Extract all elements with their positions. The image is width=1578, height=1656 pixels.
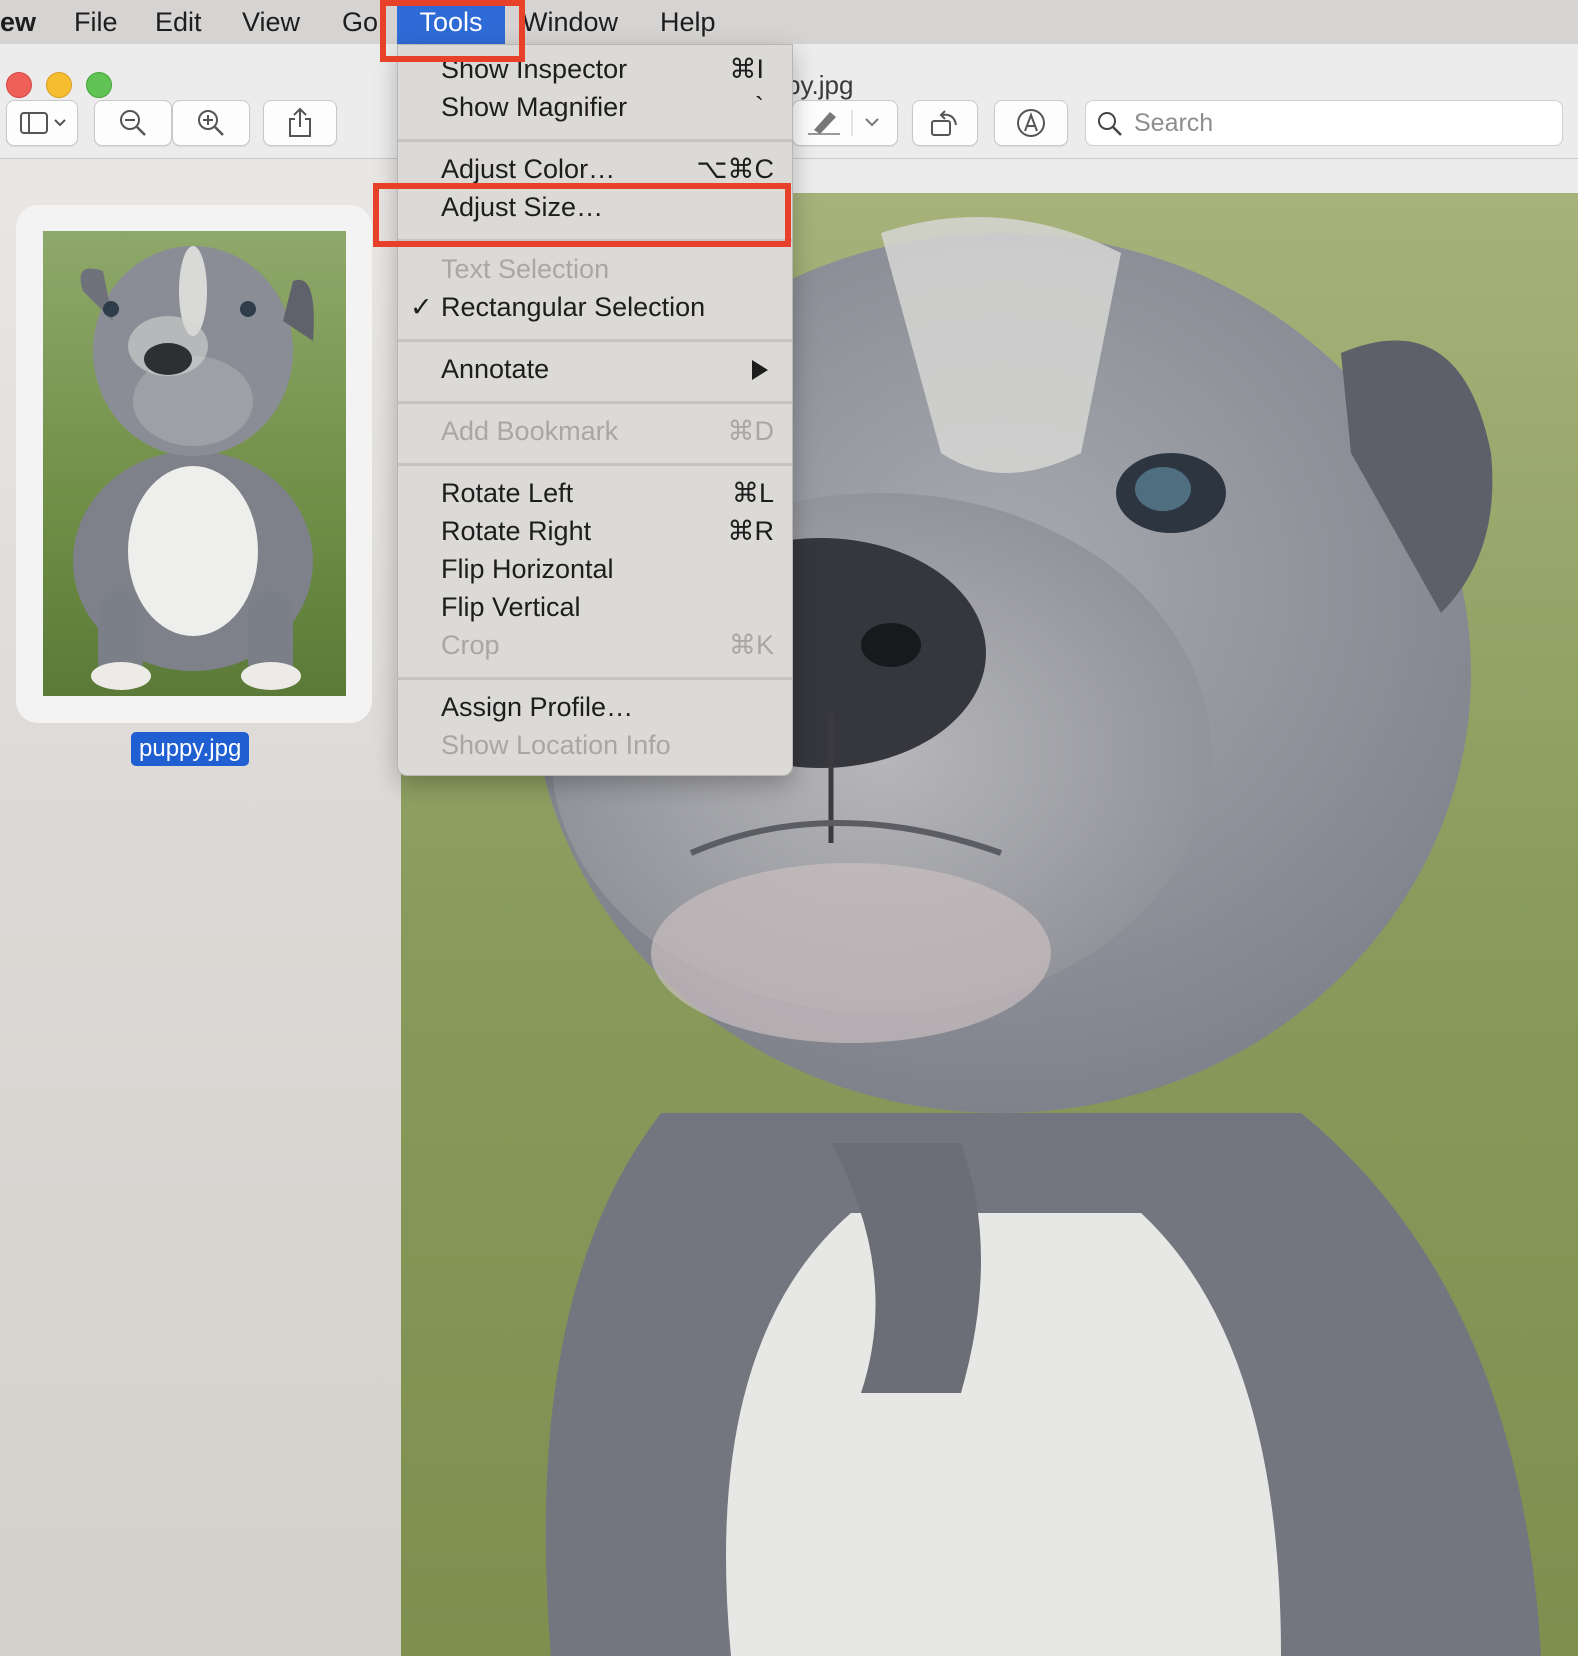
highlight-button[interactable] [792,100,898,146]
menu-item-assign-profile[interactable]: Assign Profile… [398,689,792,725]
menu-bar: ew File Edit View Go Tools Window Help [0,0,1578,44]
checkmark-icon: ✓ [410,292,433,322]
menu-item-show-location-info[interactable]: Show Location Info [398,727,792,763]
menu-separator [398,139,792,142]
menu-item-shortcut: ` [755,92,764,122]
annotation-box-adjust-size [373,183,791,247]
sidebar-toggle-button[interactable] [6,100,78,146]
menu-help[interactable]: Help [660,6,716,38]
thumbnail-card[interactable] [16,205,372,723]
menu-file[interactable]: File [74,6,118,38]
markup-icon [1017,109,1045,137]
thumbnail-filename[interactable]: puppy.jpg [131,732,250,766]
menu-item-label: Text Selection [441,254,610,284]
tools-dropdown-menu: Show Inspector ⌘I Show Magnifier ` Adjus… [397,44,793,776]
menu-item-flip-horizontal[interactable]: Flip Horizontal [398,551,792,587]
menu-item-label: Crop [441,630,500,660]
menu-item-rotate-right[interactable]: Rotate Right ⌘R [398,513,792,549]
rotate-button[interactable] [912,100,978,146]
menu-item-add-bookmark[interactable]: Add Bookmark ⌘D [398,413,792,449]
menu-app-name[interactable]: ew [0,6,36,38]
thumbnail-image[interactable] [43,231,346,696]
share-button[interactable] [263,100,337,146]
submenu-arrow-icon [752,360,768,380]
highlighter-icon [808,110,879,136]
menu-item-label: Rectangular Selection [441,292,706,322]
thumbnail-sidebar: puppy.jpg [0,159,401,1656]
search-icon [1098,112,1122,136]
menu-item-rotate-left[interactable]: Rotate Left ⌘L [398,475,792,511]
menu-view[interactable]: View [242,6,300,38]
markup-button[interactable] [994,100,1068,146]
menu-item-shortcut: ⌘I [729,54,764,84]
menu-separator [398,677,792,680]
zoom-in-button[interactable] [172,100,250,146]
menu-item-rectangular-selection[interactable]: ✓ Rectangular Selection [398,289,792,325]
menu-item-shortcut: ⌘K [728,630,774,660]
sidebar-icon [20,112,66,134]
menu-item-adjust-color[interactable]: Adjust Color… ⌥⌘C [398,151,792,187]
menu-item-label: Assign Profile… [441,692,634,722]
menu-item-shortcut: ⌥⌘C [696,154,774,184]
menu-item-text-selection[interactable]: Text Selection [398,251,792,287]
menu-item-shortcut: ⌘R [727,516,775,546]
menu-separator [398,339,792,342]
menu-item-label: Show Location Info [441,730,671,760]
zoom-out-button[interactable] [94,100,172,146]
menu-item-annotate[interactable]: Annotate [398,351,792,387]
search-field[interactable]: Search [1085,100,1563,146]
menu-item-label: Annotate [441,354,550,384]
share-icon [289,107,311,137]
menu-separator [398,463,792,466]
menu-window[interactable]: Window [522,6,618,38]
menu-item-shortcut: ⌘D [727,416,775,446]
menu-item-show-magnifier[interactable]: Show Magnifier ` [398,89,792,125]
rotate-icon [931,110,957,136]
menu-item-label: Show Magnifier [441,92,628,122]
menu-item-label: Flip Horizontal [441,554,614,584]
menu-item-label: Rotate Left [441,478,574,508]
menu-item-label: Rotate Right [441,516,592,546]
menu-item-crop[interactable]: Crop ⌘K [398,627,792,663]
menu-edit[interactable]: Edit [155,6,202,38]
menu-go[interactable]: Go [342,6,378,38]
menu-item-label: Add Bookmark [441,416,619,446]
menu-item-flip-vertical[interactable]: Flip Vertical [398,589,792,625]
zoom-out-icon [120,110,146,136]
menu-separator [398,401,792,404]
menu-item-label: Adjust Color… [441,154,616,184]
search-placeholder: Search [1134,109,1214,137]
menu-item-shortcut: ⌘L [731,478,774,508]
zoom-in-icon [198,110,224,136]
annotation-box-tools [380,0,525,62]
menu-item-label: Flip Vertical [441,592,581,622]
